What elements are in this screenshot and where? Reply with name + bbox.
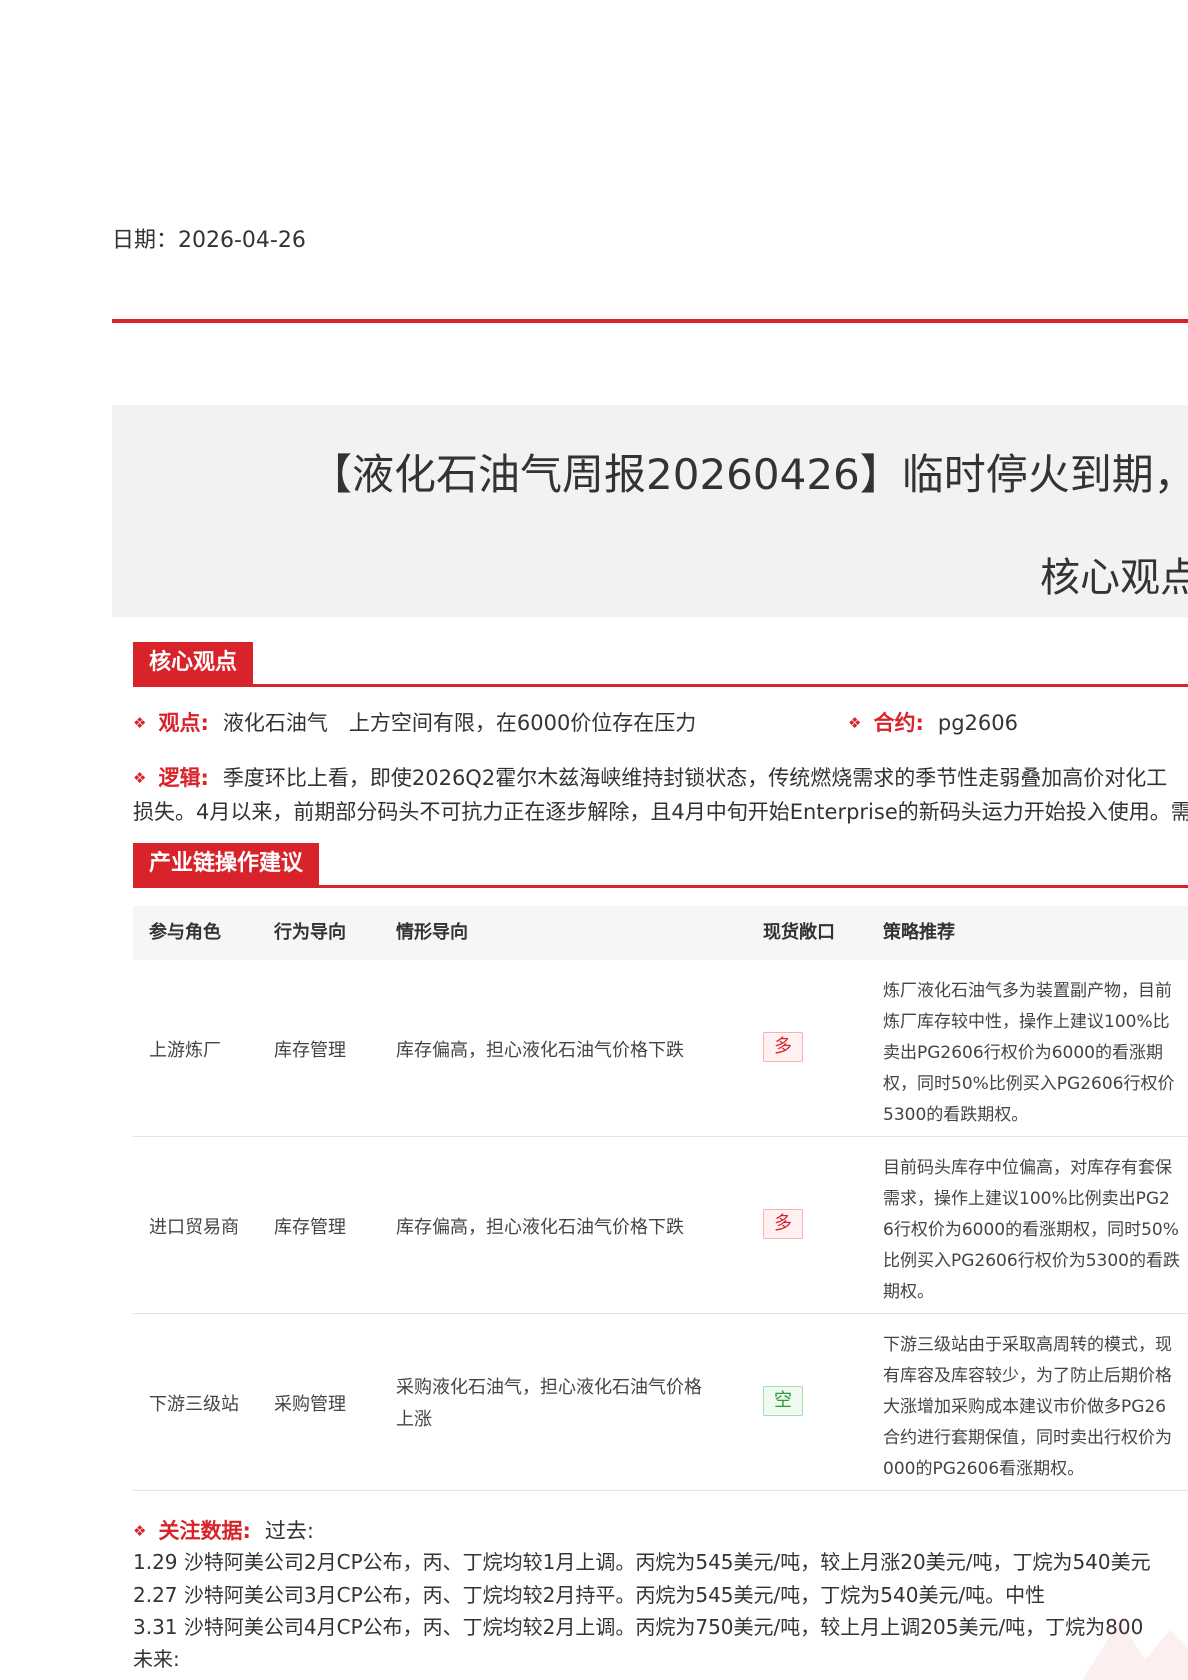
- row-behavior: 采购管理: [274, 1394, 346, 1415]
- focus-data-line: 3.31 沙特阿美公司4月CP公布，丙、丁烷均较2月上调。丙烷为750美元/吨，…: [133, 1615, 1144, 1639]
- strategy-line: 下游三级站由于采取高周转的模式，现: [883, 1335, 1172, 1355]
- exposure-badge-long: 多: [763, 1209, 803, 1239]
- logic-line-1: ❖ 逻辑: 季度环比上看，即使2026Q2霍尔木兹海峡维持封锁状态，传统燃烧需求的季…: [133, 762, 1167, 792]
- diamond-bullet-icon: ❖: [133, 769, 147, 787]
- logic-text-1: 季度环比上看，即使2026Q2霍尔木兹海峡维持封锁状态，传统燃烧需求的季节性走弱…: [222, 766, 1168, 790]
- strategy-line: 期权。: [883, 1282, 934, 1302]
- strategy-line: 炼厂液化石油气多为装置副产物，目前: [883, 981, 1172, 1001]
- report-subtitle: 核心观点: [1040, 555, 1188, 601]
- col-behavior: 行为导向: [274, 922, 346, 943]
- contract-line: ❖ 合约: pg2606: [848, 707, 1018, 737]
- chain-section-header: 产业链操作建议: [133, 843, 1188, 888]
- strategy-line: 需求，操作上建议100%比例卖出PG2: [883, 1189, 1170, 1209]
- col-strategy: 策略推荐: [883, 922, 955, 943]
- diamond-bullet-icon: ❖: [133, 1522, 147, 1540]
- row-strategy: 下游三级站由于采取高周转的模式，现 有库容及库容较少，为了防止后期价格 大涨增加…: [883, 1330, 1188, 1485]
- strategy-line: 合约进行套期保值，同时卖出行权价为: [883, 1428, 1172, 1448]
- report-date: 日期：2026-04-26: [112, 228, 306, 253]
- chain-section-label: 产业链操作建议: [133, 843, 320, 885]
- exposure-badge-short: 空: [763, 1386, 803, 1416]
- col-exposure: 现货敞口: [763, 922, 835, 943]
- table-header: 参与角色 行为导向 情形导向 现货敞口 策略推荐: [133, 906, 1188, 960]
- focus-data-line: 1.29 沙特阿美公司2月CP公布，丙、丁烷均较1月上调。丙烷为545美元/吨，…: [133, 1550, 1151, 1574]
- row-situation: 采购液化石油气，担心液化石油气价格 上涨: [396, 1372, 702, 1436]
- view-line: ❖ 观点: 液化石油气 上方空间有限，在6000价位存在压力: [133, 707, 696, 737]
- strategy-line: 炼厂库存较中性，操作上建议100%比: [883, 1012, 1170, 1032]
- row-role: 进口贸易商: [149, 1217, 239, 1238]
- row-role: 上游炼厂: [149, 1040, 221, 1061]
- logic-line-2: 损失。4月以来，前期部分码头不可抗力正在逐步解除，且4月中旬开始Enterpri…: [133, 800, 1188, 824]
- col-situation: 情形导向: [396, 922, 468, 943]
- contract-key: 合约:: [873, 711, 924, 735]
- row-role: 下游三级站: [149, 1394, 239, 1415]
- logic-key: 逻辑:: [158, 766, 209, 790]
- row-strategy: 目前码头库存中位偏高，对库存有套保 需求，操作上建议100%比例卖出PG2 6行…: [883, 1153, 1188, 1308]
- row-strategy: 炼厂液化石油气多为装置副产物，目前 炼厂库存较中性，操作上建议100%比 卖出P…: [883, 976, 1188, 1131]
- strategy-line: 有库容及库容较少，为了防止后期价格: [883, 1366, 1172, 1386]
- diamond-bullet-icon: ❖: [133, 714, 147, 732]
- situation-line: 上涨: [396, 1409, 432, 1430]
- diamond-bullet-icon: ❖: [848, 714, 862, 732]
- row-behavior: 库存管理: [274, 1040, 346, 1061]
- focus-line: ❖ 关注数据: 过去:: [133, 1515, 314, 1545]
- report-page: 日期：2026-04-26 【液化石油气周报20260426】临时停火到期， 核…: [0, 0, 1188, 1680]
- strategy-line: 卖出PG2606行权价为6000的看涨期: [883, 1043, 1163, 1063]
- situation-line: 采购液化石油气，担心液化石油气价格: [396, 1377, 702, 1398]
- row-situation: 库存偏高，担心液化石油气价格下跌: [396, 1217, 684, 1238]
- core-section-label: 核心观点: [133, 642, 254, 684]
- focus-data-line: 2.27 沙特阿美公司3月CP公布，丙、丁烷均较2月持平。丙烷为545美元/吨，…: [133, 1583, 1046, 1607]
- table-row: 进口贸易商 库存管理 库存偏高，担心液化石油气价格下跌 多 目前码头库存中位偏高…: [133, 1137, 1188, 1314]
- report-title: 【液化石油气周报20260426】临时停火到期，: [310, 450, 1188, 499]
- focus-intro: 过去:: [264, 1519, 314, 1543]
- focus-key: 关注数据:: [158, 1519, 251, 1543]
- contract-text: pg2606: [937, 711, 1018, 735]
- watermark-logo-icon: [1082, 1620, 1188, 1680]
- col-role: 参与角色: [149, 922, 221, 943]
- table-row: 下游三级站 采购管理 采购液化石油气，担心液化石油气价格 上涨 空 下游三级站由…: [133, 1314, 1188, 1491]
- focus-data-line: 未来:: [133, 1647, 180, 1671]
- row-situation: 库存偏高，担心液化石油气价格下跌: [396, 1040, 684, 1061]
- strategy-line: 目前码头库存中位偏高，对库存有套保: [883, 1158, 1172, 1178]
- strategy-line: 比例买入PG2606行权价为5300的看跌: [883, 1251, 1180, 1271]
- header-divider: [112, 319, 1188, 323]
- row-behavior: 库存管理: [274, 1217, 346, 1238]
- strategy-line: 6行权价为6000的看涨期权，同时50%: [883, 1220, 1179, 1240]
- strategy-line: 大涨增加采购成本建议市价做多PG26: [883, 1397, 1167, 1417]
- strategy-line: 000的PG2606看涨期权。: [883, 1459, 1085, 1479]
- view-key: 观点:: [158, 711, 209, 735]
- table-row: 上游炼厂 库存管理 库存偏高，担心液化石油气价格下跌 多 炼厂液化石油气多为装置…: [133, 960, 1188, 1137]
- view-text: 液化石油气 上方空间有限，在6000价位存在压力: [222, 711, 697, 735]
- strategy-line: 权，同时50%比例买入PG2606行权价: [883, 1074, 1175, 1094]
- exposure-badge-long: 多: [763, 1032, 803, 1062]
- strategy-line: 5300的看跌期权。: [883, 1105, 1029, 1125]
- core-section-header: 核心观点: [133, 642, 1188, 687]
- title-banner: 【液化石油气周报20260426】临时停火到期， 核心观点: [112, 405, 1188, 617]
